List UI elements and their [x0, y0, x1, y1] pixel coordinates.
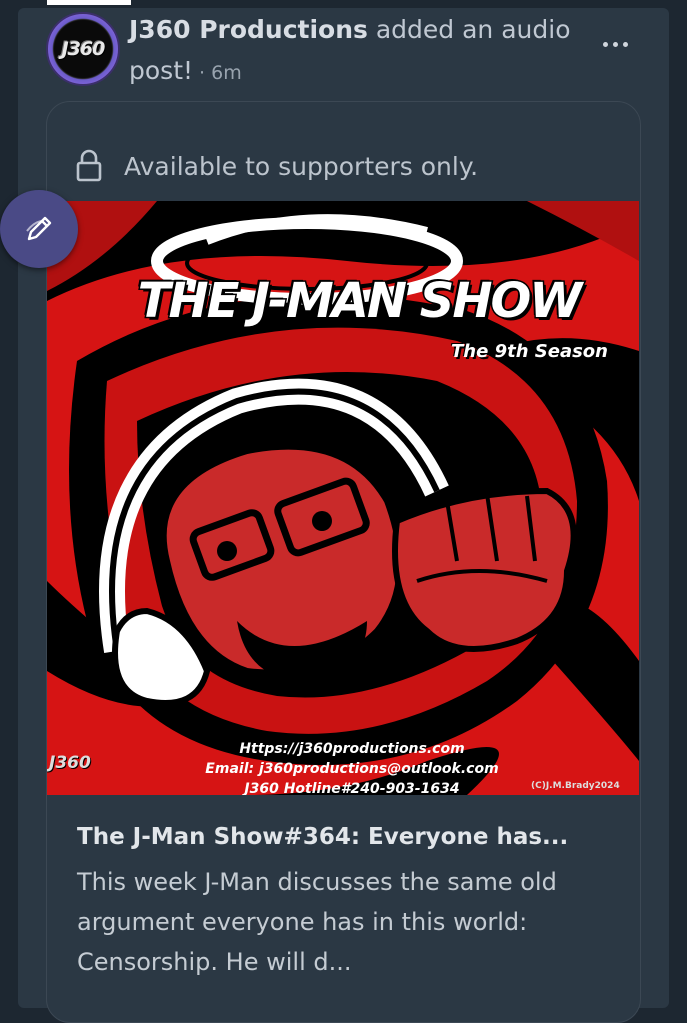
supporters-only-text: Available to supporters only.: [124, 151, 479, 181]
more-options-dot: [612, 41, 618, 47]
cover-copyright: (C)J.M.Brady2024: [531, 781, 620, 791]
post-header: J360 Productions added an audio post! · …: [129, 9, 589, 94]
post-separator: ·: [193, 62, 212, 84]
lock-icon: [76, 149, 102, 182]
episode-title[interactable]: The J-Man Show#364: Everyone has...: [77, 824, 617, 850]
cover-subtitle: The 9th Season: [451, 341, 608, 362]
compose-pencil-icon: [26, 216, 52, 241]
more-options-button[interactable]: [600, 36, 630, 52]
episode-description: This week J-Man discusses the same old a…: [77, 868, 557, 976]
cover-hotline: J360 Hotline#240-903-1634: [244, 781, 460, 795]
more-options-dot: [622, 41, 628, 47]
cover-contact-info: Https://j360productions.com Email: j360p…: [187, 739, 517, 795]
post-time[interactable]: 6m: [211, 62, 242, 84]
cover-logo: J360: [49, 753, 91, 773]
supporters-only-notice: Available to supporters only.: [76, 146, 478, 186]
cover-email: Email: j360productions@outlook.com: [205, 761, 499, 777]
avatar-logo-text: J360: [61, 38, 106, 60]
author-name[interactable]: J360 Productions: [129, 15, 368, 44]
cover-title: THE J-MAN SHOW: [136, 272, 583, 331]
cover-art[interactable]: THE J-MAN SHOW The 9th Season J360 Https…: [47, 201, 639, 795]
more-options-icon: [602, 41, 608, 47]
avatar[interactable]: J360: [46, 12, 120, 86]
cover-website: Https://j360productions.com: [239, 741, 465, 757]
compose-button[interactable]: [0, 190, 78, 268]
tab-indicator: [47, 0, 131, 5]
